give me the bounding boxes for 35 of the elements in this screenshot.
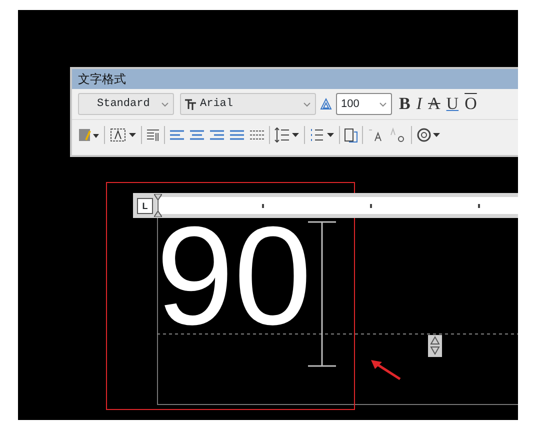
pointer-arrow (369, 358, 401, 380)
ruler-tick (478, 204, 480, 208)
insert-field-icon[interactable] (344, 126, 358, 142)
annotative-icon[interactable] (320, 98, 332, 110)
indent-marker-icon[interactable] (154, 194, 162, 217)
toolbar-title: 文字格式 (72, 69, 518, 89)
symbol-icon[interactable] (416, 126, 442, 142)
text-content: 90 (156, 206, 312, 346)
color-icon[interactable] (78, 128, 100, 142)
justify-icon[interactable] (229, 128, 245, 140)
overline-button[interactable]: O (462, 94, 480, 114)
tab-type-button[interactable]: L (137, 198, 153, 214)
ruler-tick (370, 204, 372, 208)
align-left-icon[interactable] (169, 128, 185, 140)
chevron-icon (303, 102, 311, 106)
resize-handle-icon[interactable] (428, 335, 442, 357)
paragraph-icon[interactable] (146, 128, 160, 142)
chevron-icon (379, 102, 387, 106)
font-dropdown[interactable]: Arial (180, 93, 316, 115)
underline-button[interactable]: U (443, 94, 462, 114)
align-right-icon[interactable] (209, 128, 225, 140)
line-spacing-icon[interactable] (274, 126, 300, 142)
align-center-icon[interactable] (189, 128, 205, 140)
text-frame-icon[interactable] (109, 126, 137, 142)
chevron-icon (161, 102, 169, 106)
truetype-icon (185, 98, 196, 110)
text-height-field[interactable]: 100 (336, 93, 392, 115)
numbering-icon[interactable] (309, 126, 335, 142)
ruler-tick (262, 204, 264, 208)
style-dropdown[interactable]: Standard (78, 93, 174, 115)
strikethrough-button[interactable]: A (425, 94, 444, 114)
italic-button[interactable]: I (413, 94, 426, 114)
lowercase-icon[interactable] (389, 126, 407, 142)
distribute-icon[interactable] (249, 128, 265, 140)
bold-button[interactable]: B (396, 94, 414, 114)
